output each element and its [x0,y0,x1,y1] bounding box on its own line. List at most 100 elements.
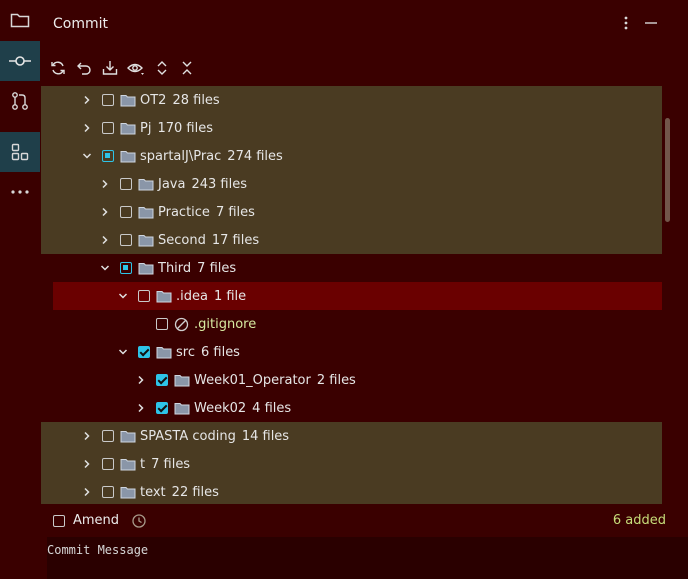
tree-row[interactable]: .idea 1 file [53,282,662,310]
pull-request-icon [12,92,28,110]
row-file-count: 1 file [213,288,247,304]
preview-button[interactable] [125,57,147,79]
row-checkbox[interactable] [120,262,132,274]
chevron-right-icon[interactable] [80,429,94,443]
folder-icon [174,373,190,387]
row-name: .gitignore [194,316,257,332]
tree-row[interactable]: Second 17 files [41,226,662,254]
chevron-right-icon[interactable] [80,93,94,107]
folder-icon [120,485,136,499]
rollback-button[interactable] [73,57,95,79]
project-button[interactable] [0,0,40,40]
shelve-button[interactable] [99,57,121,79]
row-name: Week01_Operator [194,372,311,388]
tree-row[interactable]: src 6 files [41,338,662,366]
tree-row[interactable]: t 7 files [41,450,662,478]
row-name: src [176,344,195,360]
added-count: 6 added [612,513,666,528]
tree-row[interactable]: Third 7 files [41,254,662,282]
tree-row[interactable]: Practice 7 files [41,198,662,226]
row-checkbox[interactable] [120,206,132,218]
collapse-all-button[interactable] [176,57,198,79]
folder-icon [174,401,190,415]
row-file-count: 7 files [197,260,237,276]
pull-requests-button[interactable] [0,81,40,121]
row-file-count: 17 files [211,232,260,248]
refresh-button[interactable] [47,57,69,79]
commit-panel-header: Commit [40,0,688,46]
row-checkbox[interactable] [102,122,114,134]
row-checkbox[interactable] [138,346,150,358]
row-name: .idea [176,288,208,304]
more-tools-button[interactable] [0,172,40,212]
chevron-down-icon[interactable] [116,289,130,303]
chevron-down-icon[interactable] [80,149,94,163]
tree-scrollbar[interactable] [665,118,670,222]
chevron-right-icon[interactable] [80,485,94,499]
expand-all-icon [157,61,167,75]
row-checkbox[interactable] [102,458,114,470]
collapse-all-icon [182,61,192,75]
row-file-count: 7 files [215,204,255,220]
row-name: t [140,456,146,472]
folder-icon [138,205,154,219]
chevron-right-icon[interactable] [80,457,94,471]
structure-button[interactable] [0,132,40,172]
tree-row[interactable]: SPASTA coding 14 files [41,422,662,450]
changes-tree: OT2 28 files Pj 170 files spartalJ\Prac 274 f… [41,86,662,504]
tool-window-sidebar [0,0,40,579]
commit-icon [9,56,31,66]
clock-icon [132,514,146,528]
commit-message-field[interactable]: Commit Message [47,537,688,579]
commit-history-button[interactable] [131,513,147,533]
chevron-right-icon[interactable] [98,205,112,219]
expand-all-button[interactable] [151,57,173,79]
tree-row[interactable]: Week02 4 files [41,394,662,422]
options-menu-button[interactable] [617,14,635,32]
chevron-down-icon[interactable] [116,345,130,359]
tree-row[interactable]: .gitignore [41,310,662,338]
tree-row[interactable]: Week01_Operator 2 files [41,366,662,394]
row-file-count: 4 files [252,400,292,416]
vertical-dots-icon [624,16,628,30]
row-checkbox[interactable] [120,234,132,246]
folder-icon [10,13,30,28]
amend-checkbox[interactable] [53,515,65,527]
row-file-count: 22 files [171,484,219,500]
minimize-button[interactable] [642,14,660,32]
chevron-right-icon[interactable] [134,373,148,387]
chevron-right-icon[interactable] [80,121,94,135]
chevron-right-icon[interactable] [98,233,112,247]
row-checkbox[interactable] [156,374,168,386]
tree-row[interactable]: OT2 28 files [41,86,662,114]
row-checkbox[interactable] [156,402,168,414]
row-checkbox[interactable] [120,178,132,190]
tree-row[interactable]: text 22 files [41,478,662,504]
row-file-count: 14 files [241,428,290,444]
minimize-icon [645,22,657,24]
tree-row[interactable]: Java 243 files [41,170,662,198]
chevron-right-icon[interactable] [98,177,112,191]
row-checkbox[interactable] [102,94,114,106]
row-name: Practice [158,204,210,220]
row-checkbox[interactable] [138,290,150,302]
row-checkbox[interactable] [102,486,114,498]
folder-icon [138,177,154,191]
commit-tool-button[interactable] [0,41,40,81]
row-checkbox[interactable] [156,318,168,330]
row-name: Java [158,176,186,192]
row-file-count: 6 files [200,344,240,360]
folder-icon [138,233,154,247]
panel-title: Commit [53,16,108,32]
chevron-down-icon[interactable] [98,261,112,275]
row-file-count: 170 files [157,120,213,136]
row-checkbox[interactable] [102,430,114,442]
chevron-right-icon[interactable] [134,401,148,415]
folder-icon [120,121,136,135]
shelve-icon [102,61,118,75]
folder-icon [120,457,136,471]
tree-row[interactable]: Pj 170 files [41,114,662,142]
tree-row[interactable]: spartalJ\Prac 274 files [41,142,662,170]
row-checkbox[interactable] [102,150,114,162]
amend-bar: Amend 6 added [41,506,688,536]
